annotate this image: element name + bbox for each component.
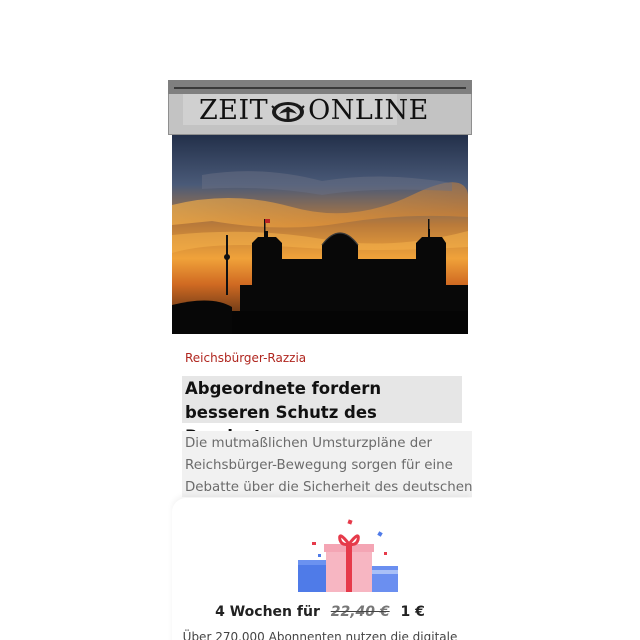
logo-text-left: ZEIT — [199, 95, 269, 126]
offer-old-price: 22,40 € — [330, 604, 390, 620]
offer-prefix: 4 Wochen für — [215, 604, 320, 620]
zeit-online-logo: ZEIT ONLINE — [199, 97, 429, 125]
offer-new-price: 1 € — [400, 604, 425, 620]
offer-subline: Über 270.000 Abonnenten nutzen die digit… — [182, 630, 458, 640]
eagle-crest-icon — [271, 101, 305, 122]
article-headline[interactable]: Abgeordnete fordern besseren Schutz des … — [182, 376, 462, 446]
offer-price-line: 4 Wochen für 22,40 € 1 € — [172, 604, 468, 620]
gift-boxes-icon — [298, 519, 398, 592]
logo-text-right: ONLINE — [308, 95, 429, 126]
article-teaser[interactable]: Die mutmaßlichen Umsturzpläne der Reichs… — [182, 431, 472, 497]
article-kicker[interactable]: Reichsbürger-Razzia — [185, 351, 306, 365]
article-teaser-text: Die mutmaßlichen Umsturzpläne der Reichs… — [185, 433, 472, 499]
teaser-line-3: Debatte über die Sicherheit des deutsche… — [185, 480, 472, 495]
subscription-paywall: 4 Wochen für 22,40 € 1 € Über 270.000 Ab… — [172, 498, 472, 640]
top-bar — [168, 80, 472, 94]
hero-image[interactable] — [172, 135, 468, 334]
phone-viewport: ZEIT ONLINE Reichsbürger-Razzia Abgeordn… — [168, 80, 472, 640]
reichstag-sunset-image — [172, 135, 468, 334]
teaser-line-1: Die mutmaßlichen Umsturzpläne der — [185, 436, 433, 451]
top-bar-line — [174, 87, 466, 89]
site-header: ZEIT ONLINE — [168, 94, 472, 135]
teaser-line-2: Reichsbürger-Bewegung sorgen für eine — [185, 458, 453, 473]
logo-link[interactable]: ZEIT ONLINE — [183, 94, 428, 125]
